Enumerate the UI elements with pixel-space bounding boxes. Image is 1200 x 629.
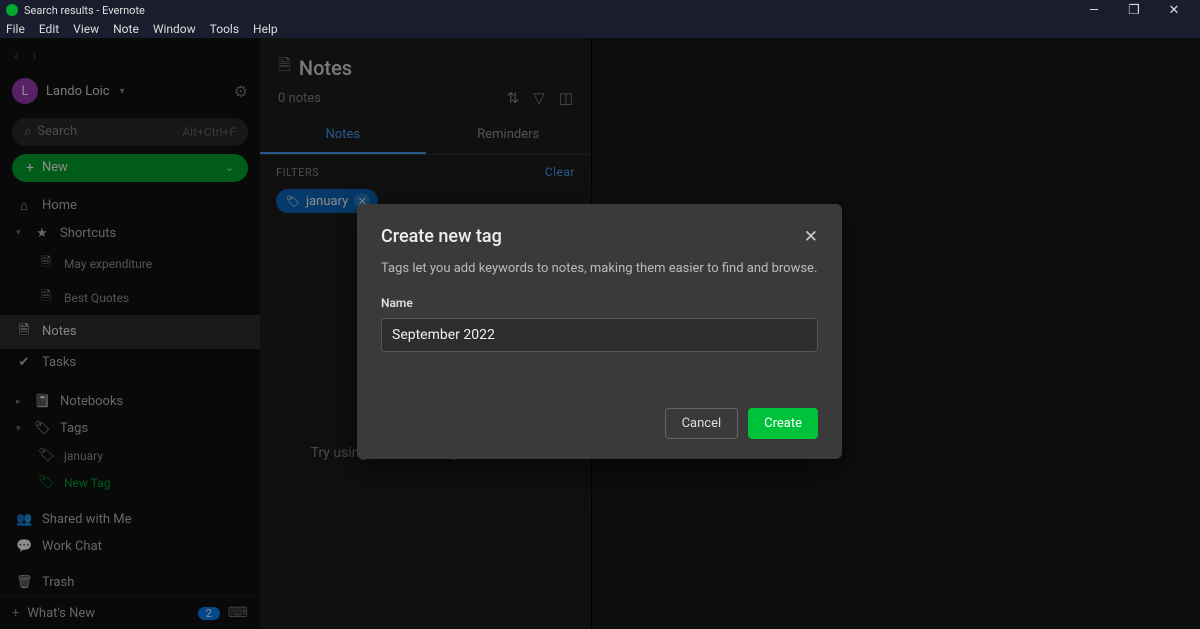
modal-title: Create new tag	[381, 226, 502, 247]
modal-close-icon[interactable]: ✕	[804, 227, 818, 247]
menu-help[interactable]: Help	[253, 22, 278, 36]
modal-description: Tags let you add keywords to notes, maki…	[381, 261, 818, 276]
window-minimize[interactable]: —	[1074, 3, 1114, 18]
modal-name-label: Name	[381, 296, 818, 310]
window-maximize[interactable]: ❐	[1114, 3, 1154, 18]
menu-bar: File Edit View Note Window Tools Help	[0, 20, 1200, 38]
menu-edit[interactable]: Edit	[39, 22, 59, 36]
menu-note[interactable]: Note	[113, 22, 139, 36]
cancel-button[interactable]: Cancel	[665, 408, 739, 439]
tag-name-input[interactable]	[381, 318, 818, 352]
window-title: Search results - Evernote	[24, 4, 145, 17]
menu-tools[interactable]: Tools	[210, 22, 239, 36]
create-button[interactable]: Create	[748, 408, 818, 439]
menu-view[interactable]: View	[73, 22, 99, 36]
create-tag-modal: Create new tag ✕ Tags let you add keywor…	[357, 204, 842, 459]
window-close[interactable]: ✕	[1154, 3, 1194, 18]
app-icon	[6, 4, 18, 16]
title-bar: Search results - Evernote — ❐ ✕	[0, 0, 1200, 20]
menu-window[interactable]: Window	[153, 22, 196, 36]
menu-file[interactable]: File	[6, 22, 25, 36]
